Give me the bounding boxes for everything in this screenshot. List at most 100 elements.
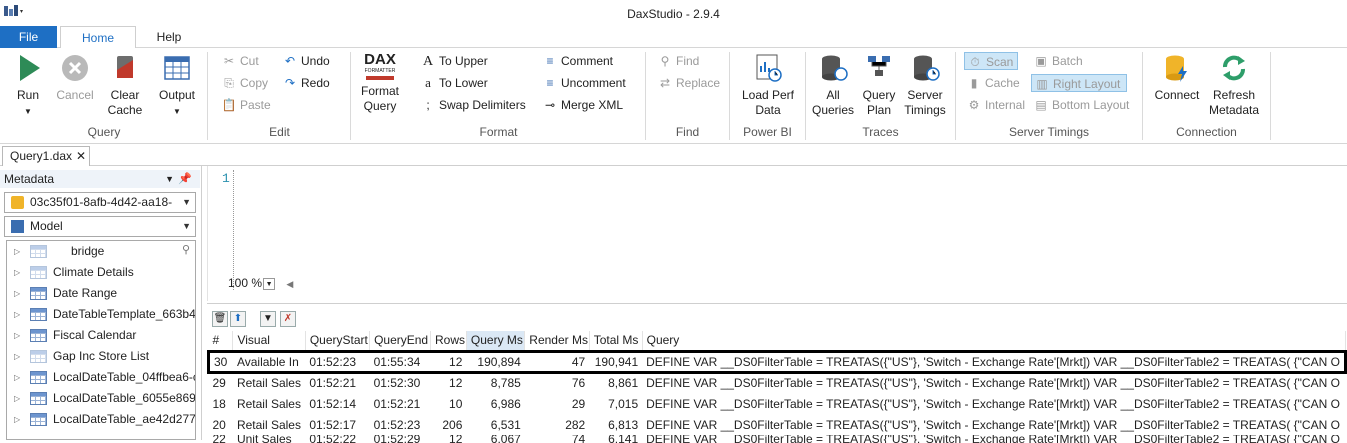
all-queries-button[interactable]: All Queries: [811, 52, 855, 118]
swap-delimiters-button[interactable]: ; Swap Delimiters: [420, 96, 525, 114]
undo-button[interactable]: ↶ Undo: [282, 52, 330, 70]
uppercase-a-icon: A: [422, 54, 434, 69]
expand-arrow-icon[interactable]: ▷: [14, 346, 20, 367]
table-cell: 01:52:23: [305, 349, 370, 374]
to-lower-button[interactable]: a To Lower: [420, 74, 488, 92]
document-tab[interactable]: Query1.dax ✕: [2, 146, 90, 166]
merge-xml-button[interactable]: ⊸ Merge XML: [542, 96, 623, 114]
column-header[interactable]: Total Ms: [589, 331, 643, 352]
table-cell: 01:55:34: [369, 349, 431, 374]
redo-button[interactable]: ↷ Redo: [282, 74, 330, 92]
table-row[interactable]: 29 Retail Sales 01:52:21 01:52:30 12 8,785 76 8…: [209, 372, 1346, 393]
table-row[interactable]: 30 Available In 01:52:23 01:55:34 12 190,894 4…: [206, 349, 1347, 374]
tree-item-table[interactable]: ▷ bridge: [7, 241, 195, 262]
table-icon: [30, 350, 47, 363]
load-perf-data-button[interactable]: Load Perf Data: [738, 52, 798, 118]
tree-item-table[interactable]: ▷ Climate Details: [7, 262, 195, 283]
database-icon: [822, 55, 848, 81]
expand-arrow-icon[interactable]: ▷: [14, 283, 20, 304]
close-icon[interactable]: ✕: [76, 149, 86, 163]
tab-file[interactable]: File: [0, 26, 57, 48]
cancel-button[interactable]: Cancel: [52, 52, 98, 103]
table-row[interactable]: 20 Retail Sales 01:52:17 01:52:23 206 6,531 28…: [209, 414, 1346, 435]
table-label: Gap Inc Store List: [53, 349, 150, 363]
table-cell: Retail Sales: [236, 376, 301, 391]
chevron-down-icon[interactable]: ▼: [165, 170, 174, 188]
tree-item-table[interactable]: ▷ LocalDateTable_6055e869-: [7, 388, 195, 409]
clear-cache-button[interactable]: Clear Cache: [103, 52, 147, 118]
internal-toggle[interactable]: ⚙ Internal: [966, 96, 1025, 114]
table-row[interactable]: 18 Retail Sales 01:52:14 01:52:21 10 6,986 29 7…: [209, 393, 1346, 414]
group-label-server-timings: Server Timings: [1008, 125, 1090, 139]
filter-icon[interactable]: ▼: [260, 311, 276, 327]
clear-filter-icon[interactable]: ✗: [280, 311, 296, 327]
tree-item-table[interactable]: ▷ LocalDateTable_04ffbea6-c: [7, 367, 195, 388]
refresh-metadata-button[interactable]: Refresh Metadata: [1206, 52, 1262, 118]
table-row[interactable]: 22 Unit Sales 01:52:22 01:52:29 12 6,067 74 6,1…: [209, 435, 1346, 443]
pin-icon[interactable]: 📌: [178, 170, 192, 188]
table-label: Fiscal Calendar: [53, 328, 137, 342]
column-header[interactable]: QueryStart: [305, 331, 371, 352]
paste-button[interactable]: 📋 Paste: [221, 96, 271, 114]
column-header[interactable]: #: [208, 331, 234, 352]
tree-item-table[interactable]: ▷ LocalDateTable_ae42d277-: [7, 409, 195, 430]
expand-arrow-icon[interactable]: ▷: [14, 325, 20, 346]
connect-button[interactable]: Connect: [1152, 52, 1202, 103]
chevron-down-icon[interactable]: ▼: [263, 277, 276, 290]
column-header[interactable]: Visual: [232, 331, 306, 352]
window-title: DaxStudio - 2.9.4: [627, 7, 720, 21]
copy-button[interactable]: ⎘ Copy: [221, 74, 268, 92]
format-query-button[interactable]: DAX FORMATTER Format Query: [357, 52, 403, 114]
find-button[interactable]: ⚲ Find: [657, 52, 700, 70]
database-icon: [11, 196, 24, 209]
table-cell: 30: [206, 349, 233, 374]
copy-to-editor-icon[interactable]: ⬆: [230, 311, 246, 327]
uncomment-button[interactable]: ≡ Uncomment: [542, 74, 625, 92]
expand-arrow-icon[interactable]: ▷: [14, 304, 20, 325]
batch-icon: ▣: [1035, 54, 1047, 68]
group-label-find: Find: [675, 125, 700, 139]
comment-button[interactable]: ≡ Comment: [542, 52, 613, 70]
tree-item-table[interactable]: ▷ Date Range: [7, 283, 195, 304]
replace-button[interactable]: ⇄ Replace: [657, 74, 720, 92]
query-plan-button[interactable]: Query Plan: [858, 52, 900, 118]
cut-button[interactable]: ✂ Cut: [221, 52, 259, 70]
table-cell: 20: [212, 417, 226, 432]
expand-arrow-icon[interactable]: ▷: [14, 409, 20, 430]
menu-bar: File Home Help: [0, 26, 1347, 49]
cache-toggle[interactable]: ▮ Cache: [966, 74, 1020, 92]
column-header[interactable]: QueryEnd: [369, 331, 432, 352]
table-cell: 7,015: [608, 396, 639, 411]
expand-arrow-icon[interactable]: ▷: [14, 241, 20, 262]
scan-toggle[interactable]: ⏱ Scan: [964, 52, 1019, 70]
run-button[interactable]: Run ▼: [8, 52, 48, 119]
column-header[interactable]: Rows: [430, 331, 467, 352]
table-cell: 18: [212, 396, 226, 411]
scroll-left-icon[interactable]: ◀: [286, 279, 293, 289]
expand-arrow-icon[interactable]: ▷: [14, 388, 20, 409]
tab-help[interactable]: Help: [144, 26, 194, 48]
output-button[interactable]: Output ▼: [154, 52, 200, 119]
expand-arrow-icon[interactable]: ▷: [14, 367, 20, 388]
dax-formatter-icon: DAX FORMATTER: [357, 52, 403, 84]
column-header[interactable]: Query Ms: [466, 331, 526, 352]
zoom-control[interactable]: 100 % ▼ ◀: [228, 276, 293, 290]
perf-data-icon: [756, 54, 782, 82]
server-timings-button[interactable]: Server Timings: [903, 52, 947, 118]
tree-item-table[interactable]: ▷ Fiscal Calendar: [7, 325, 195, 346]
column-header[interactable]: Render Ms: [524, 331, 590, 352]
to-upper-button[interactable]: A To Upper: [420, 52, 488, 70]
metadata-header: Metadata ▼ 📌: [0, 170, 200, 188]
column-header[interactable]: Query: [642, 331, 1347, 352]
expand-arrow-icon[interactable]: ▷: [14, 262, 20, 283]
bottom-layout-toggle[interactable]: ▤ Bottom Layout: [1033, 96, 1129, 114]
tree-item-table[interactable]: ▷ Gap Inc Store List: [7, 346, 195, 367]
model-select[interactable]: Model ▼: [4, 216, 196, 237]
right-layout-toggle[interactable]: ▥ Right Layout: [1031, 74, 1128, 92]
batch-toggle[interactable]: ▣ Batch: [1033, 52, 1082, 70]
tree-item-table[interactable]: ▷ DateTableTemplate_663b46: [7, 304, 195, 325]
tab-home[interactable]: Home: [60, 26, 136, 49]
delete-icon[interactable]: 🗑: [212, 311, 228, 327]
database-select[interactable]: 03c35f01-8afb-4d42-aa18- ▼: [4, 192, 196, 213]
query-editor[interactable]: [207, 166, 1347, 301]
